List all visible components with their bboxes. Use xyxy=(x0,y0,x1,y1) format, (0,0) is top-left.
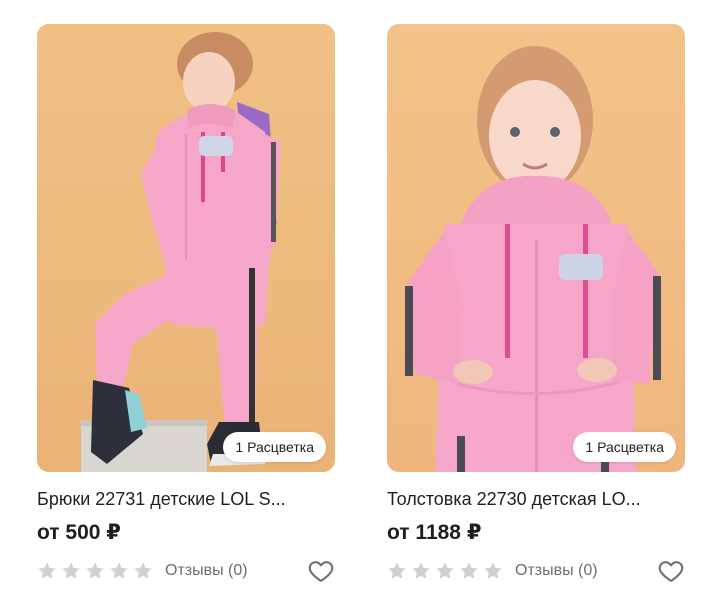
rating-row: Отзывы (0) xyxy=(387,556,685,586)
heart-icon[interactable] xyxy=(307,557,335,585)
star-icon xyxy=(61,561,81,581)
color-variants-badge[interactable]: 1 Расцветка xyxy=(223,432,326,462)
star-icon xyxy=(387,561,407,581)
star-icon xyxy=(459,561,479,581)
star-icon xyxy=(37,561,57,581)
product-card[interactable]: 1 Расцветка Толстовка 22730 детская LO..… xyxy=(387,24,685,586)
star-icon xyxy=(411,561,431,581)
heart-icon[interactable] xyxy=(657,557,685,585)
reviews-link[interactable]: Отзывы (0) xyxy=(165,562,248,580)
product-image-girl-standing xyxy=(37,24,335,472)
product-price: от 1188 ₽ xyxy=(387,521,482,544)
product-title[interactable]: Брюки 22731 детские LOL S... xyxy=(37,488,335,510)
color-variants-badge[interactable]: 1 Расцветка xyxy=(573,432,676,462)
product-photo[interactable]: 1 Расцветка xyxy=(387,24,685,472)
star-icon xyxy=(133,561,153,581)
rating-stars xyxy=(387,561,503,581)
product-photo[interactable]: 1 Расцветка xyxy=(37,24,335,472)
star-icon xyxy=(109,561,129,581)
product-image-girl-hoodie xyxy=(387,24,685,472)
rating-row: Отзывы (0) xyxy=(37,556,335,586)
product-price: от 500 ₽ xyxy=(37,521,121,544)
star-icon xyxy=(85,561,105,581)
product-title[interactable]: Толстовка 22730 детская LO... xyxy=(387,488,685,510)
star-icon xyxy=(435,561,455,581)
reviews-link[interactable]: Отзывы (0) xyxy=(515,562,598,580)
star-icon xyxy=(483,561,503,581)
product-card[interactable]: 1 Расцветка Брюки 22731 детские LOL S...… xyxy=(37,24,335,586)
rating-stars xyxy=(37,561,153,581)
